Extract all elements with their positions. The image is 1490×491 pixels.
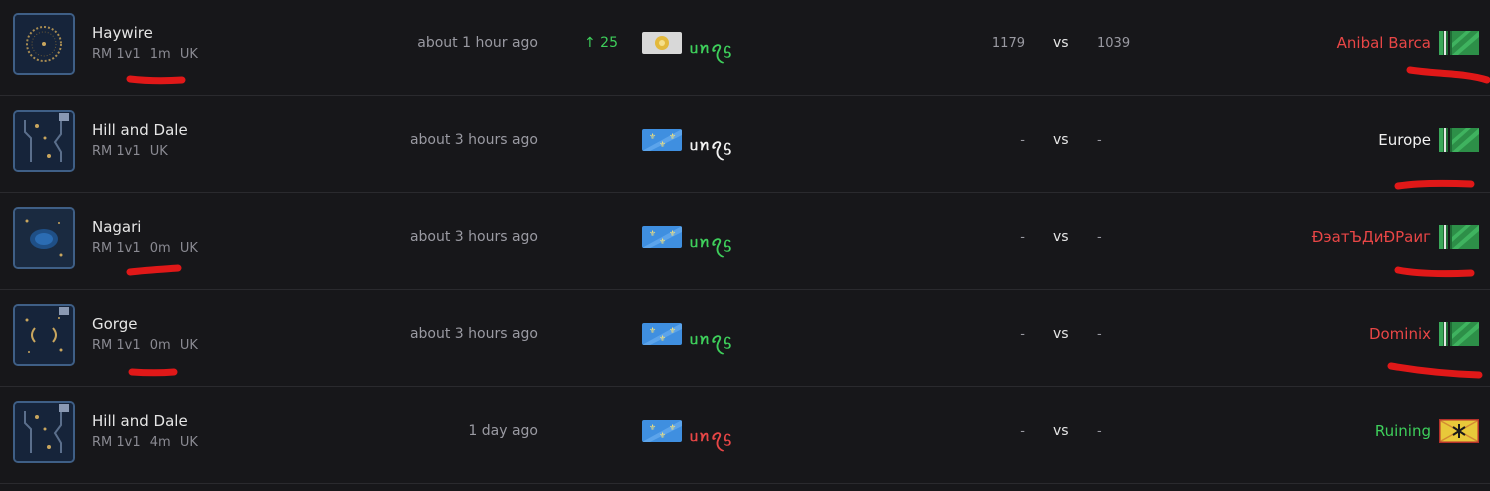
vs-label: vs <box>1053 326 1069 342</box>
match-row[interactable]: Nagari RM 1v1 0m UK about 3 hours ago ⚜ … <box>0 194 1490 290</box>
match-time: about 3 hours ago <box>409 326 538 342</box>
amazigh-flag-icon <box>1439 419 1479 443</box>
match-time: about 1 hour ago <box>417 35 538 51</box>
map-thumbnail[interactable] <box>13 13 75 75</box>
red-underline-annotation <box>1393 265 1479 279</box>
rating-change: ↑ 25 <box>584 35 618 51</box>
svg-text:⚜: ⚜ <box>669 229 676 238</box>
svg-text:⚜: ⚜ <box>649 326 656 335</box>
fleur-de-lis-flag-icon: ⚜ ⚜ ⚜ <box>642 226 682 248</box>
map-name: Hill and Dale <box>92 412 188 430</box>
player2-rating: - <box>1097 327 1102 342</box>
svg-text:⚜: ⚜ <box>649 229 656 238</box>
red-underline-annotation <box>1405 64 1490 88</box>
match-duration: 4m <box>149 435 171 450</box>
player2-rating: - <box>1097 133 1102 148</box>
player1-rating: - <box>1020 230 1025 245</box>
player1-name[interactable]: ᥙꪀꪖᦓ <box>690 130 732 162</box>
svg-text:⚜: ⚜ <box>669 326 676 335</box>
player2-rating: 1039 <box>1097 36 1131 51</box>
map-name: Gorge <box>92 315 138 333</box>
vs-label: vs <box>1053 132 1069 148</box>
server-region: UK <box>179 241 198 256</box>
server-region: UK <box>179 435 198 450</box>
vs-label: vs <box>1053 229 1069 245</box>
vs-label: vs <box>1053 35 1069 51</box>
fleur-de-lis-flag-icon: ⚜ ⚜ ⚜ <box>642 420 682 442</box>
game-mode: RM 1v1 <box>92 338 141 353</box>
svg-text:⚜: ⚜ <box>659 431 666 440</box>
player2-rating: - <box>1097 230 1102 245</box>
player1-rating: 1179 <box>991 36 1025 51</box>
player2-name[interactable]: ÐэатЪДиÐРаиг <box>1312 228 1431 246</box>
map-thumbnail[interactable] <box>13 207 75 269</box>
match-time: about 3 hours ago <box>409 132 538 148</box>
player1-rating: - <box>1020 133 1025 148</box>
player1-rating: - <box>1020 424 1025 439</box>
match-meta: RM 1v1 0m UK <box>92 241 198 256</box>
fleur-de-lis-flag-icon: ⚜ ⚜ ⚜ <box>642 129 682 151</box>
match-duration: 0m <box>149 338 171 353</box>
player2-name[interactable]: Anibal Barca <box>1337 34 1431 52</box>
player1-name[interactable]: ᥙꪀꪖᦓ <box>690 227 732 259</box>
server-region: UK <box>149 144 168 159</box>
player1-rating: - <box>1020 327 1025 342</box>
match-meta: RM 1v1 UK <box>92 144 168 159</box>
red-underline-annotation <box>126 264 186 278</box>
player2-name[interactable]: Dominix <box>1369 325 1431 343</box>
player1-name[interactable]: ᥙꪀꪖᦓ <box>690 33 732 65</box>
match-meta: RM 1v1 4m UK <box>92 435 198 450</box>
svg-text:⚜: ⚜ <box>649 132 656 141</box>
map-name: Hill and Dale <box>92 121 188 139</box>
match-time: about 3 hours ago <box>409 229 538 245</box>
svg-text:⚜: ⚜ <box>659 140 666 149</box>
svg-text:⚜: ⚜ <box>659 237 666 246</box>
svg-text:⚜: ⚜ <box>669 132 676 141</box>
game-mode: RM 1v1 <box>92 47 141 62</box>
red-underline-annotation <box>126 72 187 86</box>
map-thumbnail[interactable] <box>13 110 75 172</box>
server-region: UK <box>179 338 198 353</box>
game-mode: RM 1v1 <box>92 435 141 450</box>
match-time: 1 day ago <box>468 423 538 439</box>
game-mode: RM 1v1 <box>92 144 141 159</box>
green-white-stripes-flag-icon <box>1439 128 1479 152</box>
match-duration: 0m <box>149 241 171 256</box>
game-mode: RM 1v1 <box>92 241 141 256</box>
red-underline-annotation <box>128 365 184 379</box>
match-row[interactable]: Gorge RM 1v1 0m UK about 3 hours ago ⚜ ⚜… <box>0 291 1490 387</box>
vs-label: vs <box>1053 423 1069 439</box>
player1-name[interactable]: ᥙꪀꪖᦓ <box>690 324 732 356</box>
green-white-stripes-flag-icon <box>1439 31 1479 55</box>
map-thumbnail[interactable] <box>13 304 75 366</box>
fleur-de-lis-flag-icon: ⚜ ⚜ ⚜ <box>642 323 682 345</box>
match-row[interactable]: Haywire RM 1v1 1m UK about 1 hour ago ↑ … <box>0 0 1490 96</box>
match-meta: RM 1v1 0m UK <box>92 338 198 353</box>
green-white-stripes-flag-icon <box>1439 322 1479 346</box>
red-underline-annotation <box>1385 361 1487 383</box>
map-name: Haywire <box>92 24 153 42</box>
svg-text:⚜: ⚜ <box>669 423 676 432</box>
player2-name[interactable]: Europe <box>1378 131 1431 149</box>
map-thumbnail[interactable] <box>13 401 75 463</box>
byzantines-flag-icon <box>642 32 682 54</box>
player2-name[interactable]: Ruining <box>1375 422 1431 440</box>
map-name: Nagari <box>92 218 142 236</box>
match-row[interactable]: Hill and Dale RM 1v1 UK about 3 hours ag… <box>0 97 1490 193</box>
svg-text:⚜: ⚜ <box>649 423 656 432</box>
server-region: UK <box>179 47 198 62</box>
match-history-list: Haywire RM 1v1 1m UK about 1 hour ago ↑ … <box>0 0 1490 491</box>
match-meta: RM 1v1 1m UK <box>92 47 198 62</box>
match-duration: 1m <box>149 47 171 62</box>
player2-rating: - <box>1097 424 1102 439</box>
player1-name[interactable]: ᥙꪀꪖᦓ <box>690 421 732 453</box>
red-underline-annotation <box>1393 178 1479 192</box>
match-row[interactable]: Hill and Dale RM 1v1 4m UK 1 day ago ⚜ ⚜… <box>0 388 1490 484</box>
green-white-stripes-flag-icon <box>1439 225 1479 249</box>
svg-text:⚜: ⚜ <box>659 334 666 343</box>
